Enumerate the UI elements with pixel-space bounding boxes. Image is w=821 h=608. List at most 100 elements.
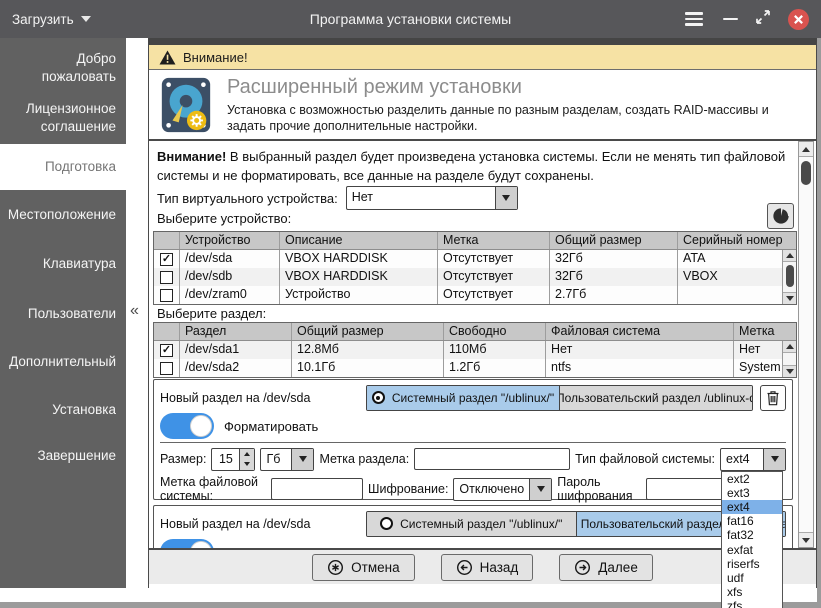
fs-type-value: ext4: [721, 449, 763, 470]
sidebar-item-license[interactable]: Лицензионное соглашение: [0, 100, 126, 136]
device-checkbox[interactable]: [160, 289, 173, 302]
hard-disk-icon: [157, 76, 215, 134]
size-label: Размер:: [160, 452, 206, 466]
device-table-scrollbar[interactable]: [782, 250, 796, 304]
scroll-down-button[interactable]: [783, 292, 796, 304]
size-stepper[interactable]: 15: [211, 448, 255, 471]
col-label: Метка: [734, 323, 796, 340]
device-table: Устройство Описание Метка Общий размер С…: [153, 231, 797, 305]
chevron-down-icon[interactable]: [763, 449, 785, 470]
delete-partition-button[interactable]: [760, 385, 786, 411]
scroll-down-button[interactable]: [799, 532, 813, 547]
sidebar-item-installation[interactable]: Установка: [0, 401, 126, 419]
radio-user-partition[interactable]: Пользовательский раздел /ublinux-data/: [559, 386, 752, 410]
chevron-down-icon: [81, 16, 91, 22]
installer-window: Загрузить Программа установки системы До…: [0, 0, 821, 608]
radio-system-partition[interactable]: Системный раздел "/ublinux/": [367, 512, 576, 536]
dropdown-option-ext2[interactable]: ext2: [722, 472, 782, 486]
dropdown-option-ext4-selected[interactable]: ext4: [722, 500, 782, 514]
fs-type-select[interactable]: ext4 ext2 ext3 ext4 fat16 fat32 exfat ri…: [720, 448, 786, 471]
fs-label-input[interactable]: [271, 478, 363, 500]
partition-label-input[interactable]: [414, 448, 570, 470]
partition-checkbox[interactable]: [160, 362, 173, 375]
close-icon[interactable]: [788, 9, 809, 30]
warning-triangle-icon: [159, 50, 176, 65]
chevron-down-icon[interactable]: [291, 449, 313, 470]
collapse-sidebar-button[interactable]: «: [130, 302, 139, 320]
scrollbar-thumb[interactable]: [801, 161, 811, 185]
back-button[interactable]: Назад: [441, 554, 534, 581]
minimize-icon[interactable]: [723, 18, 738, 21]
new-partition-label: Новый раздел на /dev/sda: [160, 517, 366, 531]
divider: [160, 442, 786, 443]
device-checkbox[interactable]: [160, 271, 173, 284]
device-checkbox[interactable]: [160, 253, 173, 266]
filesystem-dropdown-list: ext2 ext3 ext4 fat16 fat32 exfat riserfs…: [721, 471, 783, 608]
menu-icon[interactable]: [682, 9, 706, 29]
dropdown-option-udf[interactable]: udf: [722, 571, 782, 585]
partition-table-scrollbar[interactable]: [782, 341, 796, 377]
virtual-device-label: Тип виртуального устройства:: [157, 191, 338, 206]
sidebar-item-keyboard[interactable]: Клавиатура: [0, 255, 126, 273]
maximize-icon[interactable]: [755, 9, 771, 30]
disk-usage-chart-button[interactable]: [767, 203, 794, 229]
device-row-zram0[interactable]: /dev/zram0 Устройство Отсутствует 2.7Гб: [154, 286, 796, 304]
scroll-up-button[interactable]: [783, 341, 796, 353]
warning-banner: Внимание!: [149, 45, 816, 70]
next-arrow-icon: [574, 559, 591, 576]
scroll-down-button[interactable]: [783, 365, 796, 377]
fs-type-label: Тип файловой системы:: [575, 452, 715, 466]
col-total-size: Общий размер: [292, 323, 444, 340]
radio-system-partition[interactable]: Системный раздел "/ublinux/": [367, 386, 559, 410]
stepper-down-button[interactable]: [240, 459, 254, 470]
size-unit-select[interactable]: Гб: [260, 448, 314, 471]
sidebar-item-additional[interactable]: Дополнительный: [0, 353, 126, 371]
scroll-up-button[interactable]: [783, 250, 796, 262]
form-scrollbar[interactable]: [798, 141, 814, 548]
partitioning-form: Внимание! В выбранный раздел будет произ…: [149, 141, 816, 548]
device-row-sda[interactable]: /dev/sda VBOX HARDDISK Отсутствует 32Гб …: [154, 250, 796, 268]
sidebar-item-users[interactable]: Пользователи: [0, 305, 126, 323]
format-toggle-on[interactable]: [160, 413, 214, 439]
dropdown-option-fat32[interactable]: fat32: [722, 528, 782, 542]
partition-row-sda2[interactable]: /dev/sda2 10.1Гб 1.2Гб ntfs System: [154, 359, 796, 377]
dropdown-option-exfat[interactable]: exfat: [722, 543, 782, 557]
device-row-sdb[interactable]: /dev/sdb VBOX HARDDISK Отсутствует 32Гб …: [154, 268, 796, 286]
partition-row-sda1[interactable]: /dev/sda1 12.8Мб 110Мб Нет Нет: [154, 341, 796, 359]
scroll-up-button[interactable]: [799, 142, 813, 157]
partition-section-label: Выберите раздел:: [157, 306, 266, 321]
dropdown-option-fat16[interactable]: fat16: [722, 514, 782, 528]
sidebar-item-finish[interactable]: Завершение: [0, 447, 126, 465]
virtual-device-select[interactable]: Нет: [346, 186, 518, 210]
load-menu-button[interactable]: Загрузить: [12, 12, 91, 27]
encryption-value: Отключено: [454, 479, 529, 500]
trash-icon: [766, 390, 780, 406]
next-button[interactable]: Далее: [559, 554, 653, 581]
col-size: Общий размер: [550, 232, 678, 249]
scrollbar-thumb[interactable]: [786, 265, 794, 287]
encryption-label: Шифрование:: [368, 482, 448, 496]
sidebar-item-welcome[interactable]: Добро пожаловать: [0, 50, 126, 86]
dropdown-option-riserfs[interactable]: riserfs: [722, 557, 782, 571]
size-value: 15: [212, 449, 239, 470]
partition-checkbox[interactable]: [160, 344, 173, 357]
sidebar-item-preparation-active[interactable]: Подготовка: [0, 144, 126, 190]
dropdown-option-zfs[interactable]: zfs: [722, 599, 782, 608]
partition-type-radio-group: Системный раздел "/ublinux/" Пользовател…: [366, 385, 753, 411]
sidebar-item-location[interactable]: Местоположение: [0, 206, 126, 224]
stepper-up-button[interactable]: [240, 449, 254, 460]
dropdown-option-xfs[interactable]: xfs: [722, 585, 782, 599]
window-footer: [0, 588, 821, 608]
dropdown-option-ext3[interactable]: ext3: [722, 486, 782, 500]
navigation-bar: Отмена Назад Далее: [149, 548, 816, 584]
encryption-select[interactable]: Отключено: [453, 478, 552, 501]
encryption-password-input[interactable]: [646, 478, 726, 500]
radio-icon: [380, 517, 393, 530]
col-partition: Раздел: [180, 323, 292, 340]
password-label: Пароль шифрования: [557, 475, 641, 503]
chevron-down-icon[interactable]: [495, 187, 517, 209]
cancel-button[interactable]: Отмена: [312, 554, 414, 581]
chevron-down-icon[interactable]: [529, 479, 551, 500]
sidebar-nav: Добро пожаловать Лицензионное соглашение…: [0, 38, 126, 588]
col-label: Метка: [438, 232, 550, 249]
